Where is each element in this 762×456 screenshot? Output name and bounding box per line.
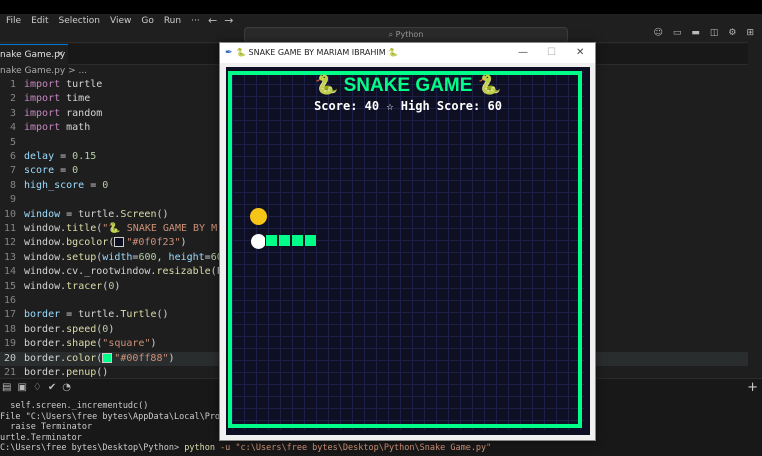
search-placeholder: Python [395, 30, 424, 39]
code-line[interactable]: 17 border = turtle.Turtle() [0, 308, 169, 322]
snake-segment [304, 234, 317, 247]
panel-icon[interactable]: ▬ [691, 28, 700, 38]
snake-segment [265, 234, 278, 247]
game-border [228, 71, 582, 428]
code-line[interactable]: 15 window.tracer(0) [0, 280, 120, 294]
minimize-button[interactable]: — [518, 43, 528, 63]
layout-icons[interactable]: ☺ ▭ ▬ ◫ ⚙ ⊞ [653, 28, 754, 38]
menu-item[interactable]: View [110, 16, 131, 26]
code-line[interactable]: 10 window = turtle.Screen() [0, 208, 169, 222]
panel-toolbar: ▤ ▣ ♢ ✔ ◔ [2, 382, 71, 393]
check-icon[interactable]: ✔ [48, 382, 56, 393]
menu-item[interactable]: File [6, 16, 21, 26]
line-number: 7 [9, 165, 16, 177]
code-line[interactable]: 6 delay = 0.15 [0, 150, 96, 164]
line-number: 13 [3, 251, 16, 263]
code-line[interactable]: 13 window.setup(width=600, height=60 [0, 251, 223, 265]
line-number: 19 [3, 338, 16, 350]
code-line[interactable]: 18 border.speed(0) [0, 323, 114, 337]
layout-icon[interactable]: ▭ [673, 28, 682, 38]
line-number: 2 [9, 93, 16, 105]
terminal-line: raise Terminator [0, 422, 93, 432]
settings-icon[interactable]: ⚙ [728, 28, 736, 38]
code-line[interactable]: 1 import turtle [0, 78, 102, 92]
nav-arrows[interactable]: ← → [208, 14, 233, 27]
food [250, 208, 267, 225]
code-line[interactable]: 16 [0, 294, 24, 308]
score-display: Score: 40 ☆ High Score: 60 [314, 99, 502, 113]
terminal-line: C:\Users\free bytes\Desktop\Python> pyth… [0, 443, 492, 453]
code-line[interactable]: 9 [0, 193, 24, 207]
window-title: SNAKE GAME BY MARIAM IBRAHIM [248, 48, 386, 57]
line-number: 20 [3, 352, 16, 364]
snake-emoji-icon: 🐍 [385, 48, 399, 57]
line-number: 4 [9, 122, 16, 134]
snake-head [251, 234, 266, 249]
line-number: 3 [9, 107, 16, 119]
code-line[interactable]: 2 import time [0, 92, 90, 106]
new-terminal-icon[interactable]: + [747, 380, 758, 395]
menu-item[interactable]: ··· [191, 16, 200, 26]
code-line[interactable]: 11 window.title("🐍 SNAKE GAME BY M [0, 222, 217, 236]
snake-emoji-icon: 🐍 [236, 48, 249, 57]
code-line[interactable]: 4 import math [0, 121, 90, 135]
bell-icon[interactable]: ◔ [62, 382, 71, 393]
menu-bar: File Edit Selection View Go Run ··· [0, 14, 204, 28]
tab-close-icon[interactable]: ✕ [56, 45, 64, 65]
breadcrumb[interactable]: nake Game.py > ... [0, 66, 87, 76]
line-number: 18 [3, 323, 16, 335]
terminal-list-icon[interactable]: ▤ [2, 382, 11, 393]
tab-snake-game[interactable]: nake Game.py ✕ [0, 44, 68, 65]
sidebar-icon[interactable]: ◫ [710, 28, 719, 38]
tab-label: nake Game.py [0, 50, 66, 60]
top-black-strip [0, 0, 762, 14]
code-line[interactable]: 5 [0, 136, 24, 150]
line-number: 1 [9, 79, 16, 90]
close-button[interactable]: ✕ [576, 43, 584, 63]
terminal-line: self.screen._incrementudc() [0, 401, 149, 411]
debug-icon[interactable]: ♢ [33, 382, 42, 393]
turtle-window-titlebar[interactable]: ✒ 🐍 SNAKE GAME BY MARIAM IBRAHIM 🐍 — ☐ ✕ [220, 43, 595, 63]
maximize-button[interactable]: ☐ [547, 43, 556, 63]
code-line[interactable]: 14 window.cv._rootwindow.resizable(F [0, 265, 223, 279]
terminal-line: urtle.Terminator [0, 432, 82, 443]
customize-icon[interactable]: ⊞ [746, 28, 754, 38]
code-line[interactable]: 8 high_score = 0 [0, 179, 108, 193]
editor-scrollbar[interactable] [748, 40, 762, 378]
line-number: 16 [3, 295, 16, 306]
copilot-icon[interactable]: ☺ [653, 28, 662, 38]
code-line[interactable]: 7 score = 0 [0, 164, 78, 178]
line-number: 10 [3, 208, 16, 220]
turtle-window[interactable]: ✒ 🐍 SNAKE GAME BY MARIAM IBRAHIM 🐍 — ☐ ✕… [219, 42, 596, 441]
line-number: 6 [9, 151, 16, 162]
command-center-search[interactable]: ⌕ Python [244, 27, 568, 43]
feather-icon: ✒ [225, 48, 233, 58]
snake-segment [291, 234, 304, 247]
code-line[interactable]: 19 border.shape("square") [0, 337, 157, 351]
line-number: 8 [9, 179, 16, 191]
code-line[interactable]: 3 import random [0, 107, 102, 121]
game-title: 🐍 SNAKE GAME 🐍 [314, 75, 502, 96]
line-number: 15 [3, 280, 16, 292]
menu-item[interactable]: Run [164, 16, 181, 26]
game-canvas[interactable]: 🐍 SNAKE GAME 🐍 Score: 40 ☆ High Score: 6… [226, 67, 590, 435]
snake-segment [278, 234, 291, 247]
line-number: 14 [3, 266, 16, 278]
line-number: 17 [3, 309, 16, 321]
menu-item[interactable]: Edit [31, 16, 48, 26]
terminal-icon[interactable]: ▣ [17, 382, 26, 393]
menu-item[interactable]: Selection [59, 16, 100, 26]
line-number: 9 [9, 194, 16, 206]
line-number: 12 [3, 237, 16, 249]
menu-item[interactable]: Go [141, 16, 153, 26]
line-number: 11 [3, 223, 16, 234]
code-line[interactable]: 12 window.bgcolor("#0f0f23") [0, 236, 187, 250]
line-number: 5 [9, 136, 16, 148]
